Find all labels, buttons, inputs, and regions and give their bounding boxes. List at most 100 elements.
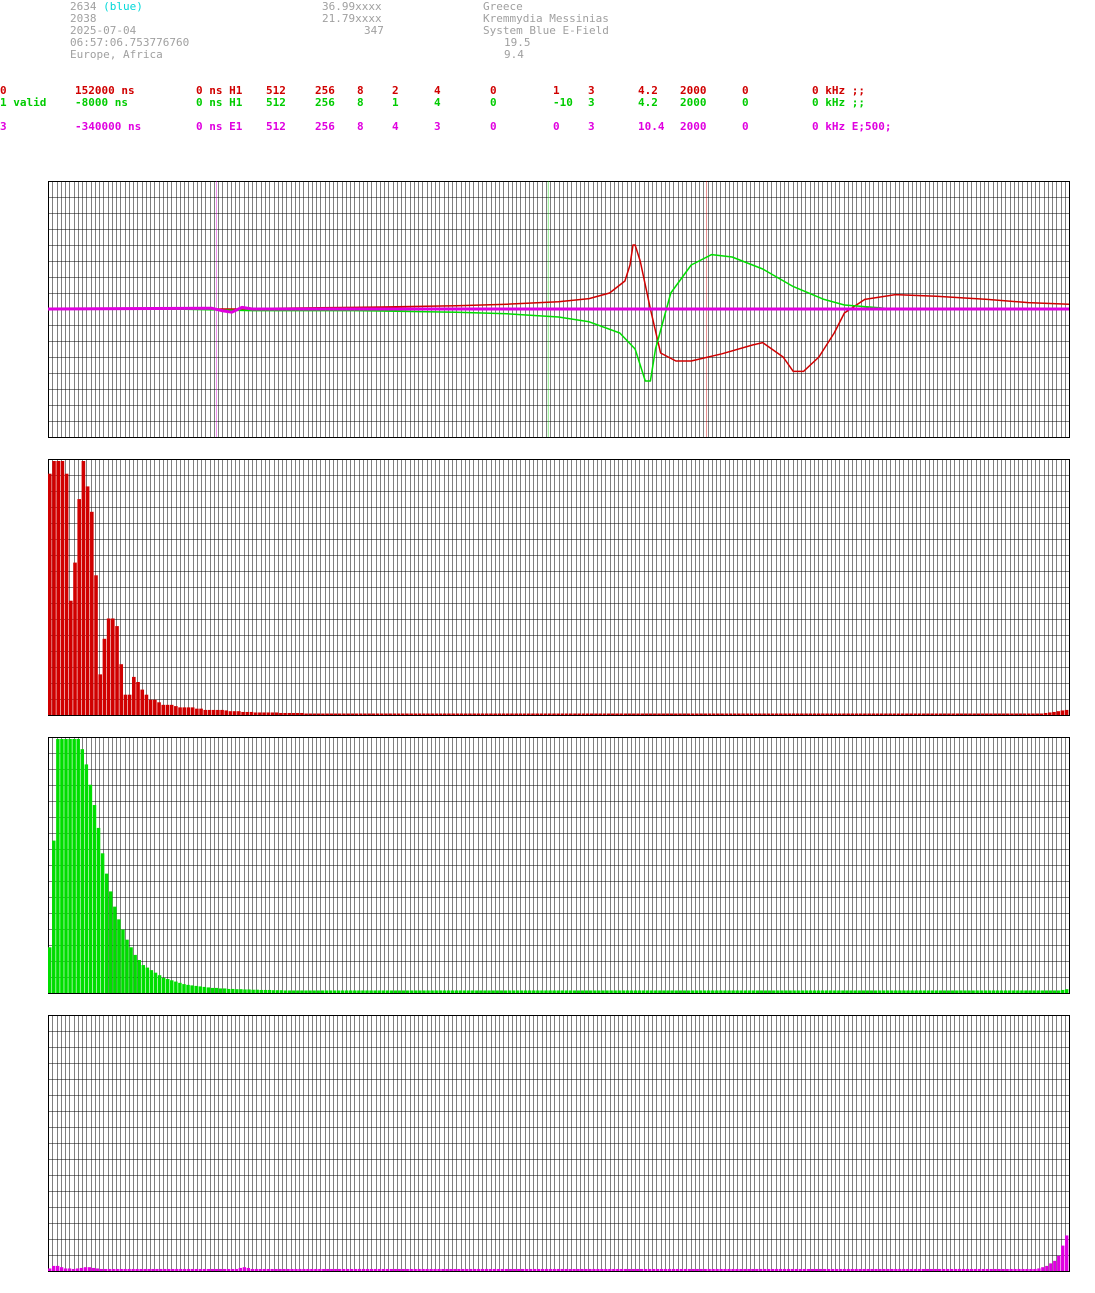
spectrum-3-bar-192 <box>810 1268 815 1271</box>
spectrum-2-bar-95 <box>434 990 438 993</box>
spectrum-1-bar-34 <box>190 707 195 715</box>
spectrum-1-bar-155 <box>699 713 703 715</box>
spectrum-1-bar-40 <box>216 709 220 715</box>
spectrum-1-bar-61 <box>304 713 308 715</box>
spectrum-1-bar-189 <box>842 713 846 715</box>
spectrum-1-bar-159 <box>716 713 720 715</box>
spectrum-1-bar-161 <box>724 713 729 715</box>
spectrum-1-bar-201 <box>892 713 897 715</box>
spectrum-3-bar-117 <box>512 1268 517 1271</box>
spectrum-2-bar-215 <box>922 990 927 993</box>
spectrum-2-bar-40 <box>210 987 215 993</box>
spectrum-2-bar-68 <box>324 990 329 993</box>
spectrum-2-bar-64 <box>308 990 312 993</box>
spectrum-1-bar-20 <box>132 676 136 715</box>
spectrum-3-bar-74 <box>341 1268 346 1271</box>
spectrum-3-bar-112 <box>492 1268 497 1271</box>
spectrum-3-bar-162 <box>691 1268 695 1271</box>
spectrum-2-bar-212 <box>910 990 914 993</box>
spectrum-1-bar-18 <box>123 694 128 715</box>
spectrum-1-bar-63 <box>312 713 317 715</box>
spectrum-1-bar-102 <box>476 713 481 715</box>
spectrum-2-bar-174 <box>755 990 760 993</box>
spectrum-3-bar-128 <box>556 1268 560 1271</box>
spectrum-2-bar-28 <box>161 977 166 993</box>
spectrum-1-bar-74 <box>358 713 363 715</box>
spectrum-1-bar-91 <box>430 713 434 715</box>
spectrum-1-bar-217 <box>959 713 964 715</box>
spectrum-3-bar-164 <box>699 1268 703 1271</box>
spectrum-3-bar-106 <box>469 1268 473 1271</box>
spectrum-1-bar-125 <box>573 713 577 715</box>
spectrum-3-bar-41 <box>210 1268 215 1271</box>
spectrum-1-bar-126 <box>577 713 582 715</box>
spectrum-1-bar-183 <box>816 713 821 715</box>
spectrum-3-bar-231 <box>965 1268 970 1271</box>
spectrum-2-bar-29 <box>165 979 170 993</box>
spectrum-1-bar-67 <box>329 713 334 715</box>
spectrum-1-bar-202 <box>896 713 901 715</box>
spectrum-1-bar-184 <box>821 713 825 715</box>
spectrum-2-bar-30 <box>170 980 174 993</box>
spectrum-2-bar-85 <box>393 990 398 993</box>
spectrum-1-bar-182 <box>812 713 817 715</box>
spectrum-2-bar-236 <box>1007 990 1012 993</box>
spectrum-3-bar-221 <box>925 1268 930 1271</box>
spectrum-1-bar-139 <box>632 713 636 715</box>
spectrum-3-bar-71 <box>330 1268 334 1271</box>
spectrum-2-bar-35 <box>190 985 194 993</box>
spectrum-1-bar-82 <box>392 713 397 715</box>
spectrum-2-bar-81 <box>377 990 381 993</box>
spectrum-2-bar-177 <box>767 990 772 993</box>
spectrum-1-bar-37 <box>203 709 208 715</box>
spectrum-1-bar-237 <box>1043 712 1048 715</box>
spectrum-1-bar-47 <box>245 711 250 715</box>
spectrum-2-bar-233 <box>995 990 1000 993</box>
spectrum-2-bar-150 <box>658 990 662 993</box>
spectrum-3-bar-56 <box>270 1268 274 1271</box>
spectrum-2-bar-108 <box>487 990 491 993</box>
spectrum-2-bar-1 <box>52 840 56 993</box>
spectrum-2-bar-223 <box>955 990 959 993</box>
spectrum-3-bar-47 <box>234 1268 239 1271</box>
spectrum-2-bar-98 <box>446 990 451 993</box>
spectrum-3-bar-188 <box>794 1268 799 1271</box>
spectrum-2-bar-220 <box>942 990 947 993</box>
spectrum-1-bar-21 <box>136 681 140 715</box>
grid-panel-3 <box>48 1015 1069 1272</box>
spectrum-2-bar-147 <box>645 990 650 993</box>
spectrum-1-bar-232 <box>1022 713 1027 715</box>
spectrum-1-bar-112 <box>518 713 523 715</box>
spectrum-2-bar-133 <box>589 990 593 993</box>
spectrum-1-bar-144 <box>653 713 657 715</box>
spectrum-1-bar-80 <box>384 713 388 715</box>
spectrum-3-bar-208 <box>874 1268 878 1271</box>
spectrum-3-bar-50 <box>246 1267 251 1271</box>
spectrum-3-bar-146 <box>628 1268 632 1271</box>
spectrum-1-bar-166 <box>745 713 750 715</box>
spectrum-3-bar-46 <box>230 1268 235 1271</box>
spectrum-2-bar-151 <box>662 990 666 993</box>
spectrum-3-bar-185 <box>782 1268 787 1271</box>
spectrum-3-bar-234 <box>977 1268 981 1271</box>
spectrum-2-bar-198 <box>853 990 857 993</box>
spectrum-2-bar-77 <box>361 990 365 993</box>
spectrum-3-bar-75 <box>345 1268 350 1271</box>
spectrum-1-bar-73 <box>354 713 359 715</box>
spectrum-3-bar-204 <box>858 1268 862 1271</box>
spectrum-2-bar-192 <box>829 990 833 993</box>
spectrum-1-bar-146 <box>661 713 666 715</box>
spectrum-2-bar-161 <box>702 990 707 993</box>
spectrum-1-bar-149 <box>674 713 678 715</box>
spectrum-1-bar-85 <box>405 713 409 715</box>
spectrum-3-bar-129 <box>560 1268 564 1271</box>
spectrum-2-bar-57 <box>279 990 284 993</box>
spectrum-2-bar-65 <box>312 990 316 993</box>
spectrum-3-bar-21 <box>131 1268 135 1271</box>
spectrum-2-bar-101 <box>458 990 463 993</box>
spectrum-3-bar-138 <box>596 1268 600 1271</box>
spectrum-2-bar-2 <box>56 739 60 993</box>
spectrum-2-bar-92 <box>422 990 426 993</box>
spectrum-3-bar-55 <box>266 1268 270 1271</box>
spectrum-3-bar-174 <box>739 1268 743 1271</box>
